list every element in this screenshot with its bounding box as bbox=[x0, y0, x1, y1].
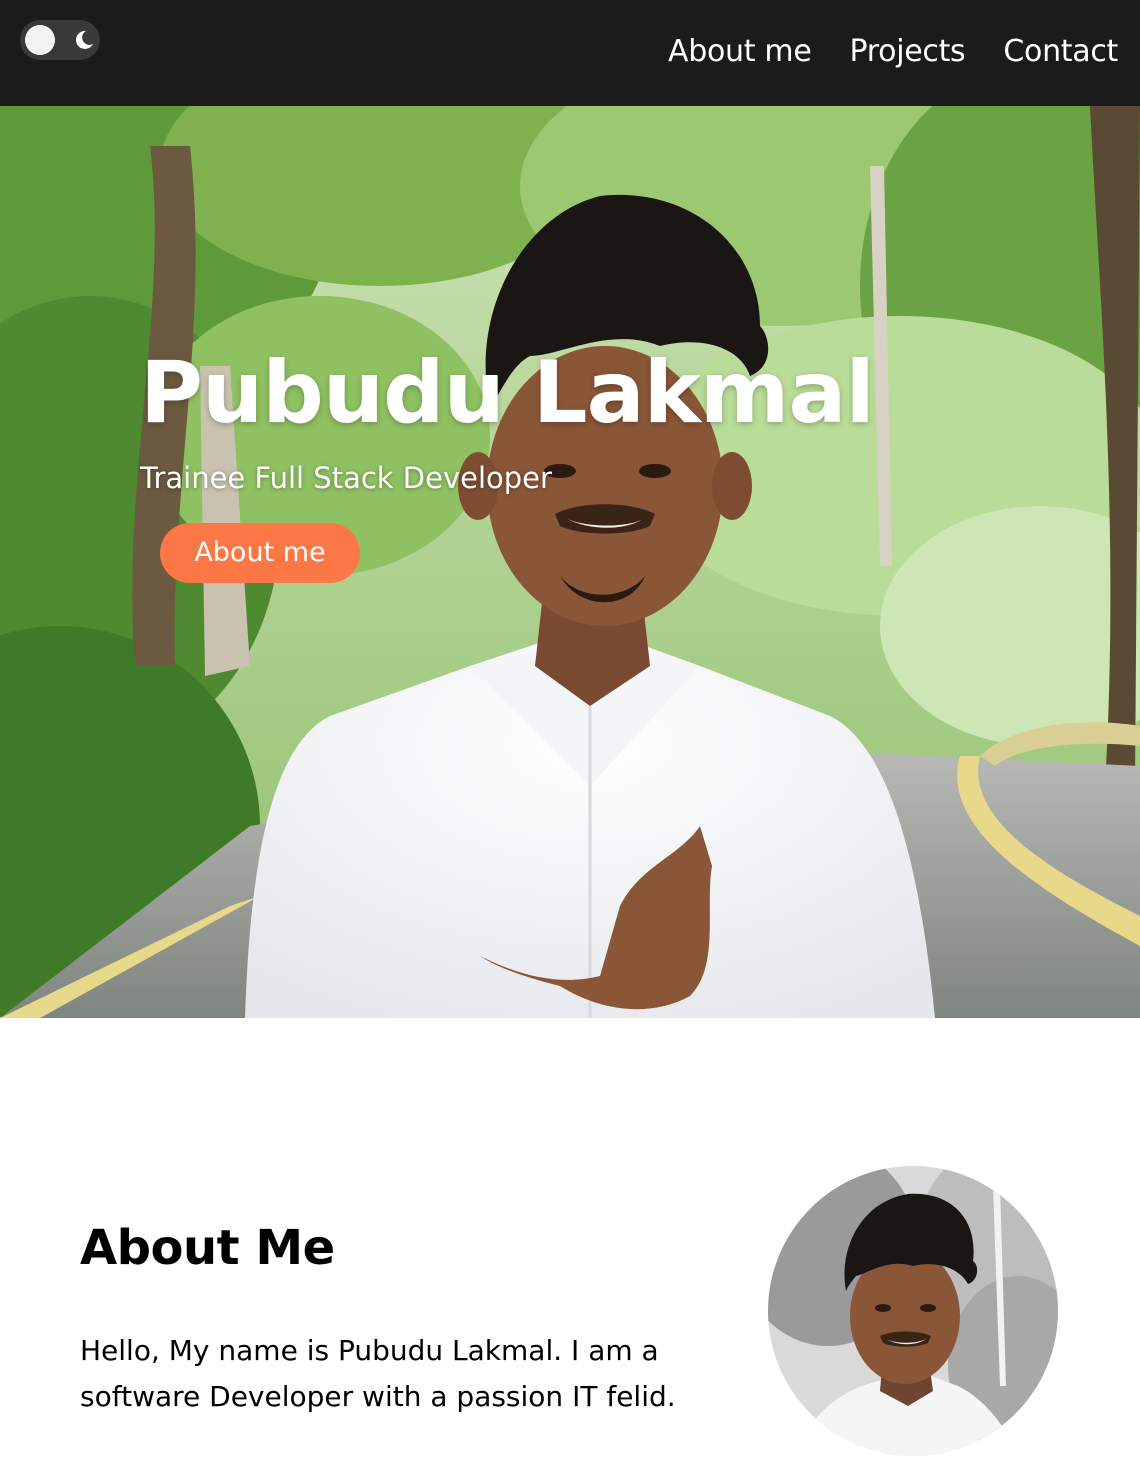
moon-icon bbox=[75, 30, 93, 49]
toggle-knob bbox=[25, 25, 55, 55]
about-heading: About Me bbox=[80, 1220, 335, 1276]
nav-links: About me Projects Contact bbox=[668, 30, 1118, 74]
profile-photo bbox=[768, 1166, 1058, 1456]
hero-subtitle: Trainee Full Stack Developer bbox=[140, 461, 552, 495]
about-section: About Me Hello, My name is Pubudu Lakmal… bbox=[0, 1018, 1140, 1460]
nav-link-about-me[interactable]: About me bbox=[668, 30, 812, 74]
nav-link-projects[interactable]: Projects bbox=[850, 30, 966, 74]
hero-title: Pubudu Lakmal bbox=[140, 343, 875, 443]
navbar: About me Projects Contact bbox=[0, 0, 1140, 106]
about-me-button[interactable]: About me bbox=[160, 523, 360, 583]
about-text: Hello, My name is Pubudu Lakmal. I am a … bbox=[80, 1334, 676, 1413]
hero-section: Pubudu Lakmal Trainee Full Stack Develop… bbox=[0, 106, 1140, 1018]
nav-link-contact[interactable]: Contact bbox=[1003, 30, 1118, 74]
theme-toggle[interactable] bbox=[20, 20, 100, 60]
